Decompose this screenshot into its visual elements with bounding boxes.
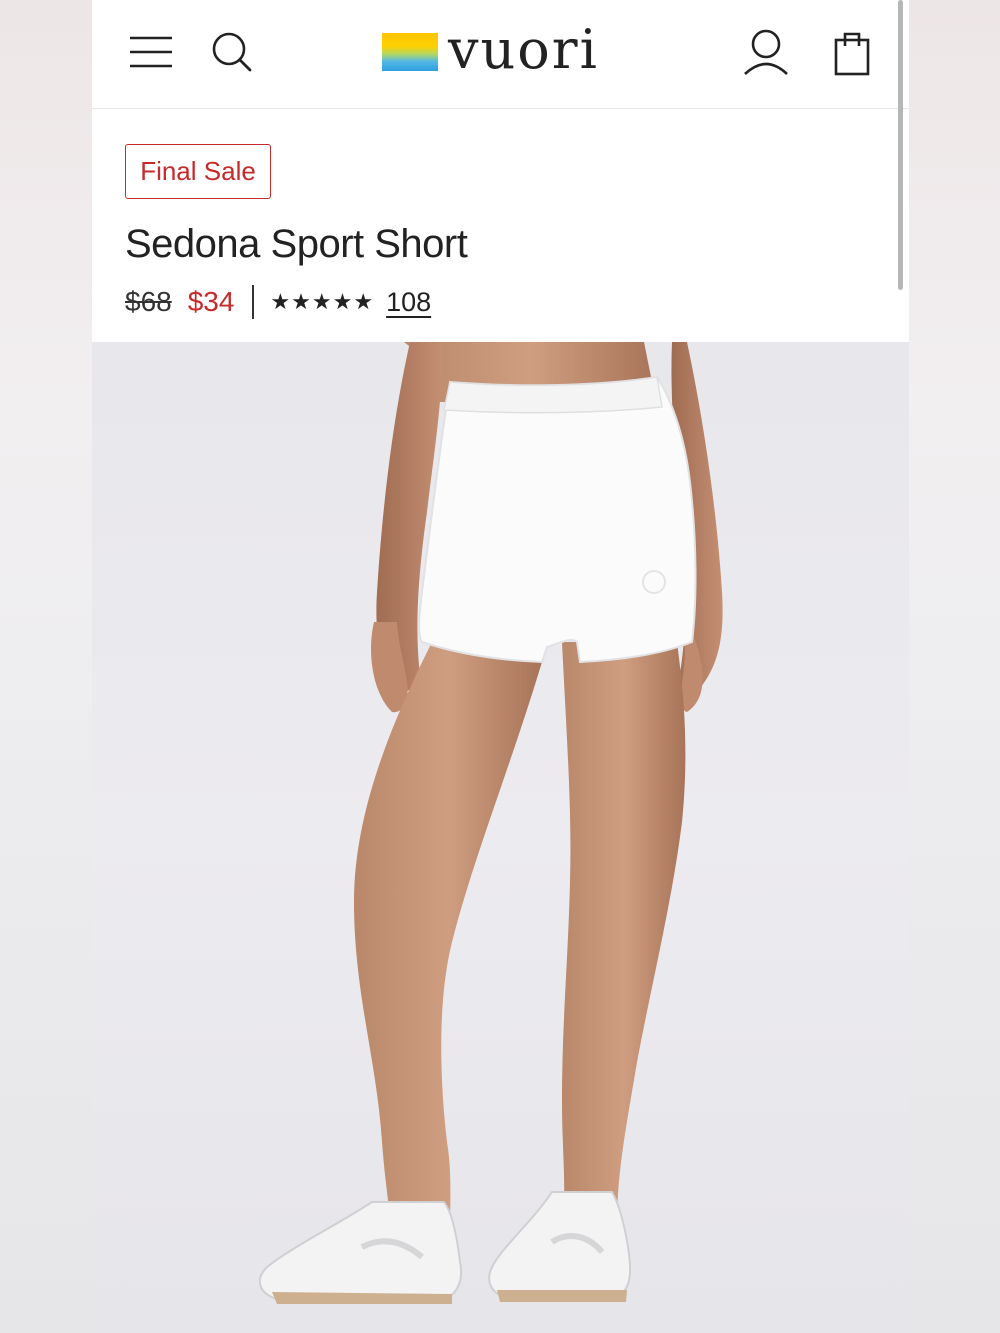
price-divider bbox=[252, 285, 255, 319]
price-row: $68 $34 ★★★★★ 108 bbox=[125, 280, 431, 324]
cart-button[interactable] bbox=[830, 28, 874, 78]
product-page: vuori Final Sale Sedona Sport Short $68 … bbox=[92, 0, 909, 1333]
menu-icon bbox=[130, 36, 172, 68]
search-icon bbox=[212, 32, 252, 72]
site-header: vuori bbox=[92, 0, 909, 109]
shopping-bag-icon bbox=[834, 32, 870, 76]
menu-button[interactable] bbox=[128, 32, 174, 72]
left-background bbox=[0, 0, 92, 1333]
brand-logo[interactable]: vuori bbox=[382, 18, 599, 82]
account-button[interactable] bbox=[740, 28, 792, 78]
final-sale-badge: Final Sale bbox=[125, 144, 271, 199]
star-rating-icons: ★★★★★ bbox=[270, 289, 375, 314]
model-illustration bbox=[258, 342, 723, 1304]
search-button[interactable] bbox=[210, 30, 254, 74]
scrollbar[interactable] bbox=[898, 0, 903, 290]
right-background bbox=[909, 0, 1000, 1333]
product-title: Sedona Sport Short bbox=[125, 222, 468, 266]
logo-color-bar bbox=[382, 33, 438, 71]
product-hero-image[interactable] bbox=[92, 342, 909, 1333]
review-count-link[interactable]: 108 bbox=[386, 287, 431, 318]
account-icon bbox=[744, 29, 788, 75]
sale-price: $34 bbox=[187, 286, 235, 317]
original-price: $68 bbox=[125, 286, 172, 317]
logo-text: vuori bbox=[448, 18, 599, 81]
